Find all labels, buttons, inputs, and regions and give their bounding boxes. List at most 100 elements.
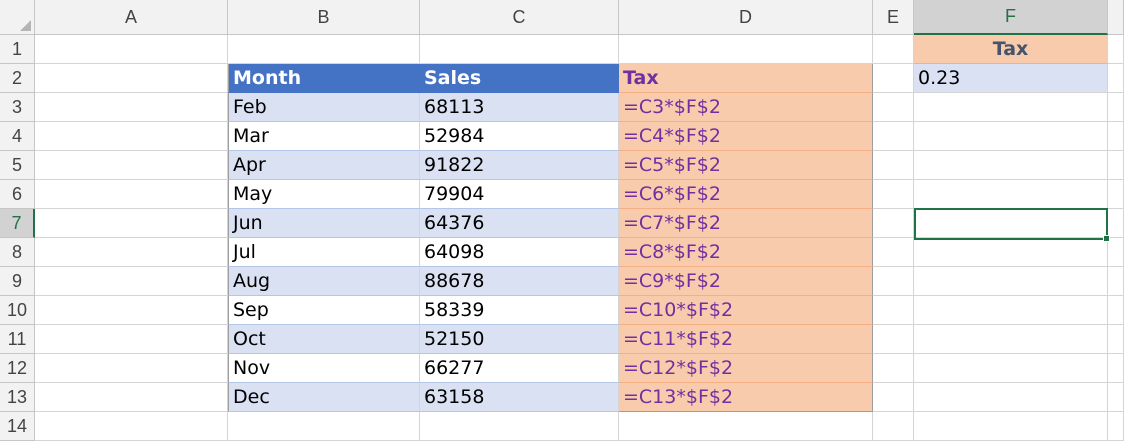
sales-cell[interactable]: 91822 bbox=[420, 151, 619, 180]
grid-cell[interactable] bbox=[914, 122, 1108, 151]
grid-cell[interactable] bbox=[35, 296, 228, 325]
grid-cell[interactable] bbox=[914, 267, 1108, 296]
row-header-6[interactable]: 6 bbox=[0, 180, 35, 209]
grid-cell[interactable] bbox=[35, 35, 228, 64]
column-header-c[interactable]: C bbox=[420, 0, 619, 35]
grid-cell[interactable] bbox=[619, 35, 873, 64]
month-cell[interactable]: Sep bbox=[228, 296, 420, 325]
select-all-corner[interactable] bbox=[0, 0, 35, 35]
grid-cell[interactable] bbox=[914, 180, 1108, 209]
grid-cell[interactable] bbox=[914, 238, 1108, 267]
grid-cell[interactable] bbox=[873, 209, 914, 238]
grid-cell[interactable] bbox=[873, 151, 914, 180]
table-header-sales[interactable]: Sales bbox=[420, 64, 619, 93]
grid-cell[interactable] bbox=[420, 412, 619, 441]
sales-cell[interactable]: 52150 bbox=[420, 325, 619, 354]
grid-cell[interactable] bbox=[35, 180, 228, 209]
grid-cell[interactable] bbox=[35, 412, 228, 441]
grid-cell[interactable] bbox=[914, 151, 1108, 180]
sales-cell[interactable]: 63158 bbox=[420, 383, 619, 412]
grid-cell[interactable] bbox=[873, 296, 914, 325]
month-cell[interactable]: Oct bbox=[228, 325, 420, 354]
grid-cell[interactable] bbox=[914, 209, 1108, 238]
grid-cell[interactable] bbox=[35, 267, 228, 296]
table-header-tax[interactable]: Tax bbox=[619, 64, 873, 93]
row-header-3[interactable]: 3 bbox=[0, 93, 35, 122]
grid-cell[interactable] bbox=[35, 122, 228, 151]
month-cell[interactable]: Jul bbox=[228, 238, 420, 267]
grid-cell[interactable] bbox=[873, 383, 914, 412]
grid-cell[interactable] bbox=[873, 412, 914, 441]
grid-cell[interactable] bbox=[873, 238, 914, 267]
month-cell[interactable]: Apr bbox=[228, 151, 420, 180]
month-cell[interactable]: Nov bbox=[228, 354, 420, 383]
month-cell[interactable]: Feb bbox=[228, 93, 420, 122]
grid-cell[interactable] bbox=[35, 325, 228, 354]
grid-cell[interactable] bbox=[35, 209, 228, 238]
tax-formula-cell[interactable]: =C5*$F$2 bbox=[619, 151, 873, 180]
grid-cell[interactable] bbox=[35, 383, 228, 412]
grid-cell[interactable] bbox=[35, 354, 228, 383]
column-header-f[interactable]: F bbox=[914, 0, 1108, 35]
tax-formula-cell[interactable]: =C9*$F$2 bbox=[619, 267, 873, 296]
grid-cell[interactable] bbox=[873, 122, 914, 151]
row-header-14[interactable]: 14 bbox=[0, 412, 35, 441]
sales-cell[interactable]: 52984 bbox=[420, 122, 619, 151]
grid-cell[interactable] bbox=[228, 412, 420, 441]
tax-formula-cell[interactable]: =C7*$F$2 bbox=[619, 209, 873, 238]
grid-cell[interactable] bbox=[914, 383, 1108, 412]
table-header-month[interactable]: Month bbox=[228, 64, 420, 93]
row-header-2[interactable]: 2 bbox=[0, 64, 35, 93]
grid-cell[interactable] bbox=[228, 35, 420, 64]
tax-formula-cell[interactable]: =C8*$F$2 bbox=[619, 238, 873, 267]
month-cell[interactable]: Aug bbox=[228, 267, 420, 296]
row-header-1[interactable]: 1 bbox=[0, 35, 35, 64]
grid-cell[interactable] bbox=[35, 238, 228, 267]
row-header-7[interactable]: 7 bbox=[0, 209, 35, 238]
sales-cell[interactable]: 88678 bbox=[420, 267, 619, 296]
sales-cell[interactable]: 64376 bbox=[420, 209, 619, 238]
row-header-13[interactable]: 13 bbox=[0, 383, 35, 412]
tax-rate-header[interactable]: Tax bbox=[914, 35, 1108, 64]
month-cell[interactable]: Dec bbox=[228, 383, 420, 412]
grid-cell[interactable] bbox=[873, 325, 914, 354]
sales-cell[interactable]: 68113 bbox=[420, 93, 619, 122]
fill-handle[interactable] bbox=[1103, 235, 1110, 242]
grid-cell[interactable] bbox=[914, 354, 1108, 383]
sales-cell[interactable]: 58339 bbox=[420, 296, 619, 325]
month-cell[interactable]: May bbox=[228, 180, 420, 209]
row-header-12[interactable]: 12 bbox=[0, 354, 35, 383]
sales-cell[interactable]: 66277 bbox=[420, 354, 619, 383]
grid-cell[interactable] bbox=[873, 93, 914, 122]
grid-cell[interactable] bbox=[873, 35, 914, 64]
row-header-9[interactable]: 9 bbox=[0, 267, 35, 296]
tax-formula-cell[interactable]: =C10*$F$2 bbox=[619, 296, 873, 325]
tax-formula-cell[interactable]: =C3*$F$2 bbox=[619, 93, 873, 122]
grid-cell[interactable] bbox=[35, 64, 228, 93]
column-header-d[interactable]: D bbox=[619, 0, 873, 35]
sales-cell[interactable]: 64098 bbox=[420, 238, 619, 267]
grid-cell[interactable] bbox=[914, 325, 1108, 354]
grid-cell[interactable] bbox=[873, 64, 914, 93]
grid-cell[interactable] bbox=[35, 151, 228, 180]
tax-formula-cell[interactable]: =C12*$F$2 bbox=[619, 354, 873, 383]
grid-cell[interactable] bbox=[914, 93, 1108, 122]
column-header-a[interactable]: A bbox=[35, 0, 228, 35]
grid-cell[interactable] bbox=[873, 267, 914, 296]
grid-cell[interactable] bbox=[619, 412, 873, 441]
column-header-b[interactable]: B bbox=[228, 0, 420, 35]
row-header-5[interactable]: 5 bbox=[0, 151, 35, 180]
month-cell[interactable]: Jun bbox=[228, 209, 420, 238]
sales-cell[interactable]: 79904 bbox=[420, 180, 619, 209]
row-header-10[interactable]: 10 bbox=[0, 296, 35, 325]
row-header-4[interactable]: 4 bbox=[0, 122, 35, 151]
grid-cell[interactable] bbox=[914, 412, 1108, 441]
tax-rate-value[interactable]: 0.23 bbox=[914, 64, 1108, 93]
row-header-11[interactable]: 11 bbox=[0, 325, 35, 354]
tax-formula-cell[interactable]: =C13*$F$2 bbox=[619, 383, 873, 412]
grid-cell[interactable] bbox=[35, 93, 228, 122]
tax-formula-cell[interactable]: =C4*$F$2 bbox=[619, 122, 873, 151]
grid-cell[interactable] bbox=[873, 180, 914, 209]
row-header-8[interactable]: 8 bbox=[0, 238, 35, 267]
tax-formula-cell[interactable]: =C11*$F$2 bbox=[619, 325, 873, 354]
